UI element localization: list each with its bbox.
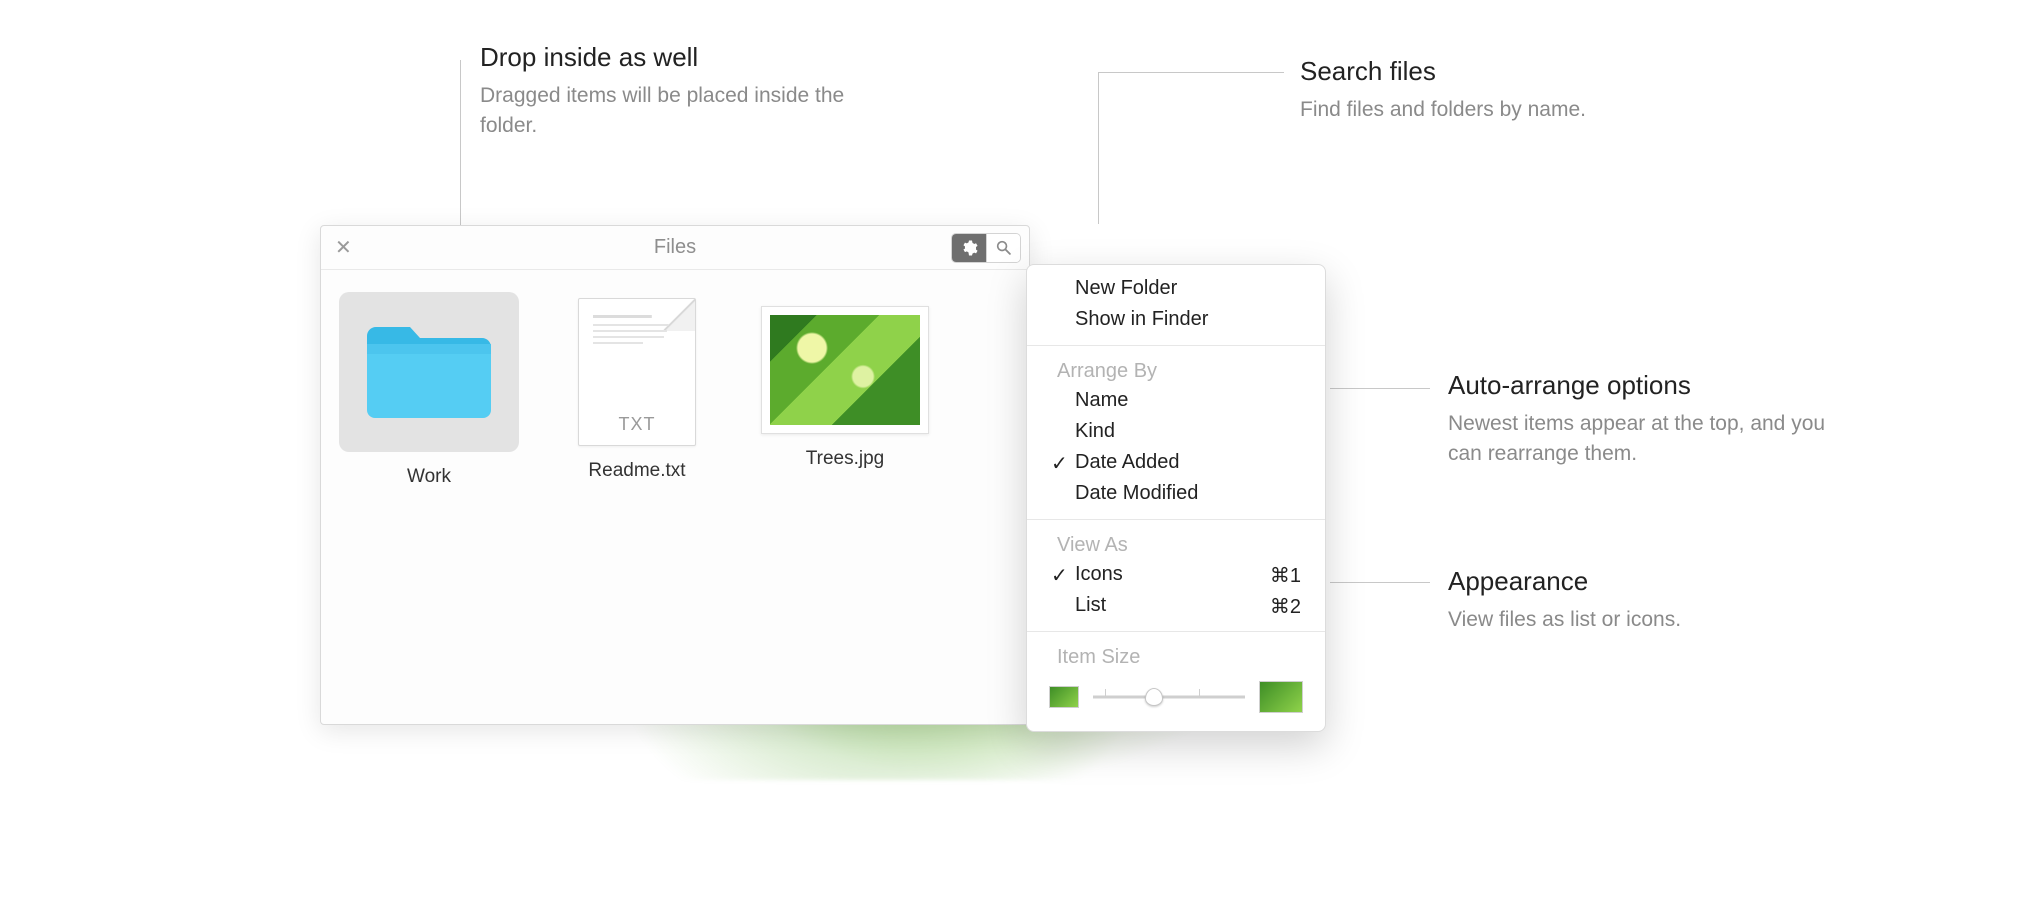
folder-icon	[359, 318, 499, 426]
titlebar: ✕ Files	[321, 226, 1029, 270]
menu-arrange-date-added[interactable]: Date Added	[1027, 447, 1325, 478]
item-size-row	[1027, 671, 1325, 717]
callout-drop: Drop inside as well Dragged items will b…	[480, 42, 860, 142]
menu-shortcut: ⌘1	[1270, 563, 1301, 588]
menu-label: Date Added	[1075, 451, 1180, 473]
lead-line	[1330, 388, 1430, 389]
menu-arrange-name[interactable]: Name	[1027, 385, 1325, 416]
slider-track	[1093, 696, 1245, 699]
menu-view-list[interactable]: List ⌘2	[1027, 590, 1325, 621]
file-label: Trees.jpg	[806, 448, 885, 470]
menu-label: Icons	[1075, 563, 1123, 585]
menu-arrange-kind[interactable]: Kind	[1027, 416, 1325, 447]
search-icon	[995, 239, 1012, 256]
search-button[interactable]	[986, 234, 1020, 262]
callout-arrange-desc: Newest items appear at the top, and you …	[1448, 409, 1828, 470]
menu-label: Name	[1075, 389, 1128, 411]
menu-label: New Folder	[1075, 277, 1177, 299]
callout-arrange: Auto-arrange options Newest items appear…	[1448, 370, 1828, 470]
menu-separator	[1027, 631, 1325, 632]
menu-label: Date Modified	[1075, 482, 1198, 504]
menu-header-arrange: Arrange By	[1027, 356, 1325, 385]
window-title: Files	[654, 236, 696, 259]
lead-line	[1098, 72, 1099, 224]
menu-header-view: View As	[1027, 530, 1325, 559]
menu-show-in-finder[interactable]: Show in Finder	[1027, 304, 1325, 335]
menu-shortcut: ⌘2	[1270, 594, 1301, 619]
text-file-icon: TXT	[578, 298, 696, 446]
toolbar	[951, 233, 1021, 263]
size-thumb-large-icon	[1259, 681, 1303, 713]
menu-view-icons[interactable]: Icons ⌘1	[1027, 559, 1325, 590]
files-window: ✕ Files	[320, 225, 1030, 725]
menu-header-item-size: Item Size	[1027, 642, 1325, 671]
menu-separator	[1027, 345, 1325, 346]
item-size-slider[interactable]	[1093, 685, 1245, 709]
text-lines-decoration	[593, 315, 677, 375]
menu-separator	[1027, 519, 1325, 520]
slider-tick	[1105, 689, 1106, 697]
slider-tick	[1199, 689, 1200, 697]
file-item-image[interactable]: Trees.jpg	[765, 292, 925, 488]
menu-new-folder[interactable]: New Folder	[1027, 273, 1325, 304]
callout-search-title: Search files	[1300, 56, 1680, 87]
folder-selection	[339, 292, 519, 452]
files-grid: Work TXT Readme.txt Trees.jpg	[321, 270, 1029, 510]
callout-drop-desc: Dragged items will be placed inside the …	[480, 81, 860, 142]
callout-arrange-title: Auto-arrange options	[1448, 370, 1828, 401]
settings-menu: New Folder Show in Finder Arrange By Nam…	[1026, 264, 1326, 732]
file-type-badge: TXT	[619, 414, 656, 435]
slider-knob[interactable]	[1145, 688, 1163, 706]
file-item-txt[interactable]: TXT Readme.txt	[557, 292, 717, 488]
callout-appearance-title: Appearance	[1448, 566, 1828, 597]
leaves-image	[770, 315, 920, 425]
menu-label: Show in Finder	[1075, 308, 1208, 330]
callout-appearance: Appearance View files as list or icons.	[1448, 566, 1828, 635]
file-item-folder[interactable]: Work	[349, 292, 509, 488]
callout-drop-title: Drop inside as well	[480, 42, 860, 73]
menu-label: List	[1075, 594, 1106, 616]
callout-search: Search files Find files and folders by n…	[1300, 56, 1680, 125]
file-label: Readme.txt	[588, 460, 685, 482]
lead-line	[1330, 582, 1430, 583]
menu-arrange-date-modified[interactable]: Date Modified	[1027, 478, 1325, 509]
file-label: Work	[407, 466, 451, 488]
image-thumbnail	[761, 306, 929, 434]
size-thumb-small-icon	[1049, 686, 1079, 708]
callout-appearance-desc: View files as list or icons.	[1448, 605, 1828, 635]
close-button[interactable]: ✕	[335, 238, 352, 258]
lead-line	[1098, 72, 1284, 73]
callout-search-desc: Find files and folders by name.	[1300, 95, 1680, 125]
settings-button[interactable]	[952, 234, 986, 262]
menu-label: Kind	[1075, 420, 1115, 442]
gear-icon	[960, 239, 978, 257]
